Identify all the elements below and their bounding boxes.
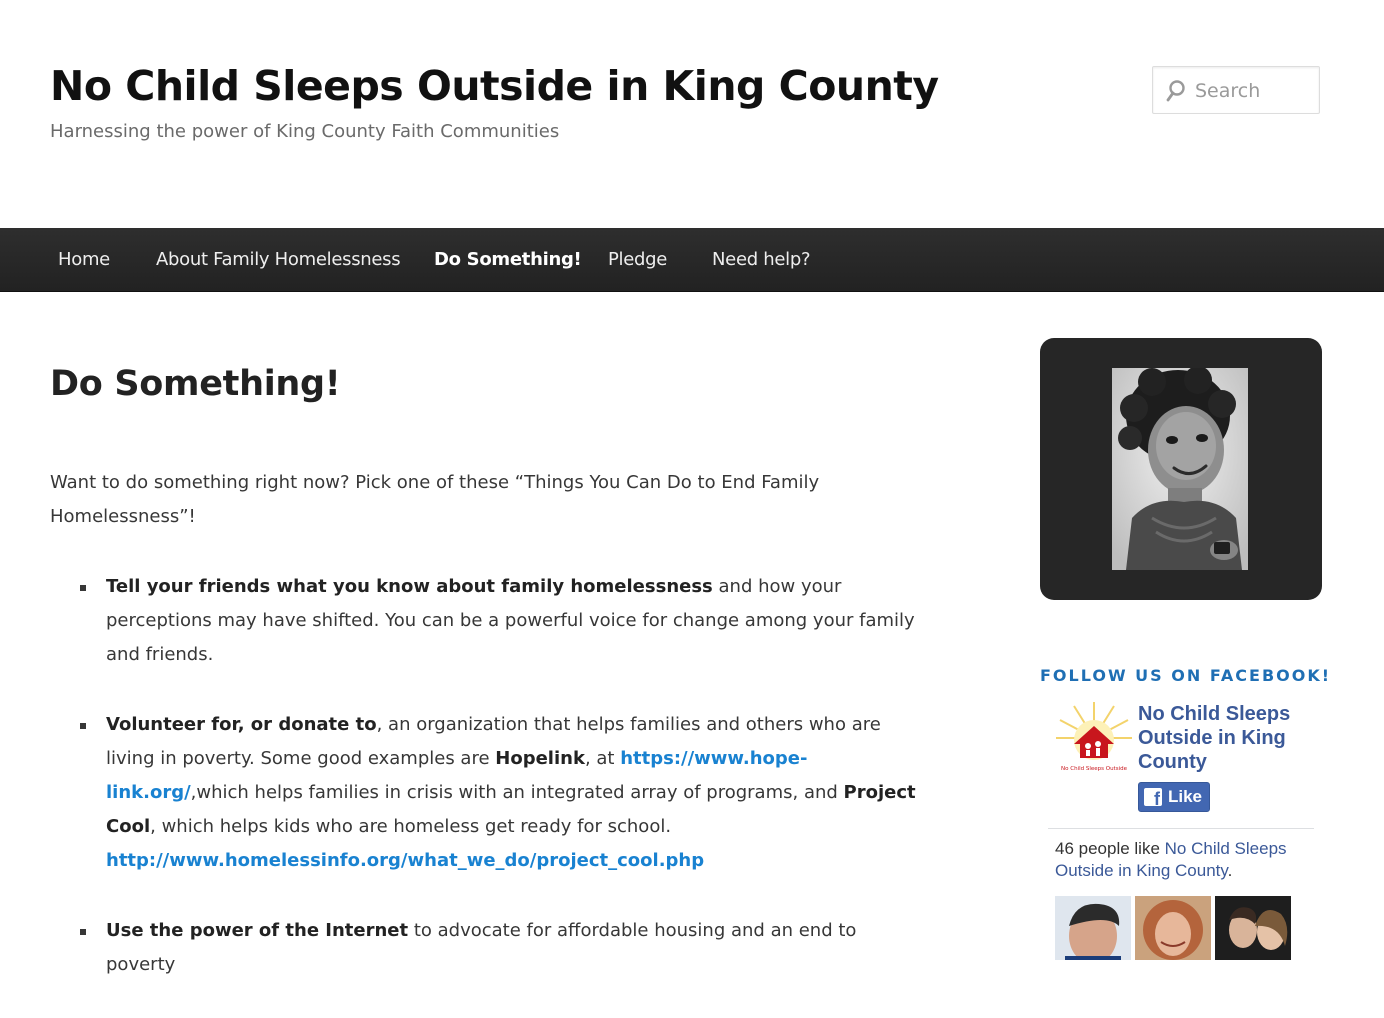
facebook-like-box: No Child Sleeps Outside No Child Sleeps … [1048, 692, 1318, 960]
project-cool-link[interactable]: http://www.homelessinfo.org/what_we_do/p… [106, 850, 704, 871]
action-list: Tell your friends what you know about fa… [50, 570, 930, 982]
facebook-fan-faces [1055, 896, 1315, 960]
like-count-suffix: . [1227, 861, 1233, 880]
list-item: Use the power of the Internet to advocat… [80, 914, 930, 982]
search-input[interactable] [1193, 73, 1315, 109]
fan-avatar[interactable] [1215, 896, 1291, 960]
list-item: Tell your friends what you know about fa… [80, 570, 930, 672]
main-navigation: Home About Family Homelessness Do Someth… [0, 228, 1384, 292]
facebook-like-count: 46 people like No Child Sleeps Outside i… [1055, 838, 1315, 882]
list-item: Volunteer for, or donate to, an organiza… [80, 708, 930, 878]
nav-item-need-help[interactable]: Need help? [712, 228, 811, 291]
search-icon [1166, 80, 1185, 102]
list-item-text: ,which helps families in crisis with an … [190, 782, 844, 803]
list-item-heading: Use the power of the Internet [106, 920, 409, 941]
facebook-like-button[interactable]: f Like [1138, 782, 1210, 812]
list-item-text: , at [584, 748, 621, 769]
site-description: Harnessing the power of King County Fait… [50, 121, 560, 142]
sidebar-photo-widget [1040, 338, 1322, 600]
facebook-page-name[interactable]: No Child Sleeps Outside in King County [1138, 702, 1313, 774]
list-item-heading: Volunteer for, or donate to [106, 714, 377, 735]
intro-paragraph: Want to do something right now? Pick one… [50, 472, 820, 527]
facebook-widget-title: FOLLOW US ON FACEBOOK! [1040, 666, 1332, 685]
divider [1048, 828, 1314, 829]
page-title: Do Something! [50, 364, 341, 404]
nav-item-about-family-homelessness[interactable]: About Family Homelessness [156, 228, 401, 291]
like-count-text: 46 people like [1055, 839, 1165, 858]
entry-content: Want to do something right now? Pick one… [50, 466, 930, 1018]
facebook-page-logo[interactable]: No Child Sleeps Outside [1054, 698, 1134, 778]
nav-item-home[interactable]: Home [58, 228, 110, 291]
list-item-text: , which helps kids who are homeless get … [150, 816, 672, 837]
org-name-hopelink: Hopelink [495, 748, 585, 769]
search-box[interactable] [1152, 66, 1320, 114]
nav-item-do-something[interactable]: Do Something! [434, 228, 582, 291]
logo-caption: No Child Sleeps Outside [1061, 766, 1128, 772]
fan-avatar[interactable] [1135, 896, 1211, 960]
like-label: Like [1168, 787, 1203, 806]
fan-avatar[interactable] [1055, 896, 1131, 960]
site-title[interactable]: No Child Sleeps Outside in King County [50, 62, 939, 110]
nav-item-pledge[interactable]: Pledge [608, 228, 667, 291]
child-photo [1112, 368, 1248, 570]
list-item-heading: Tell your friends what you know about fa… [106, 576, 713, 597]
facebook-icon: f [1144, 788, 1162, 806]
